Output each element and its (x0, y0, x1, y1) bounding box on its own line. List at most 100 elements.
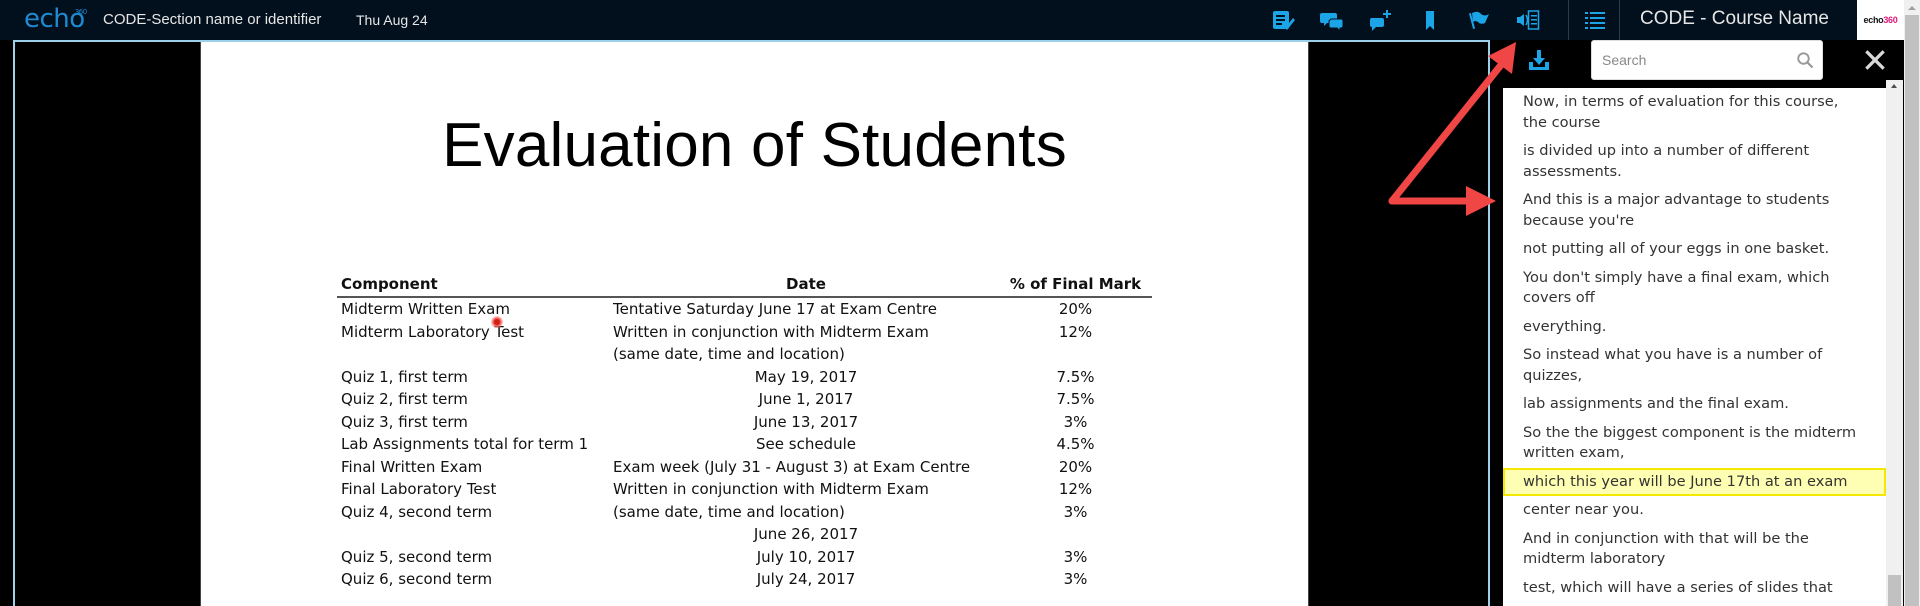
toolbar (1258, 0, 1552, 40)
table-row: Quiz 3, first term June 13, 2017 3% (337, 411, 1152, 434)
flag-button[interactable] (1454, 0, 1503, 40)
transcript-cue[interactable]: So the the biggest component is the midt… (1503, 419, 1886, 468)
cell-mark: 7.5% (1056, 390, 1095, 408)
cell-date: July 24, 2017 (756, 570, 856, 588)
cell-component: Final Written Exam (341, 457, 483, 476)
cell-date: May 19, 2017 (754, 367, 858, 386)
discussion-icon (1319, 13, 1343, 32)
page-scroll-up-arrow-icon[interactable] (1908, 6, 1916, 10)
transcript-cue[interactable]: everything. (1503, 313, 1886, 342)
search-input[interactable] (1602, 41, 1792, 79)
notes-icon (1272, 11, 1295, 30)
echo360-brand[interactable]: echo 360 (1857, 0, 1904, 40)
transcript-icon (1516, 10, 1539, 30)
cell-component: Midterm Written Exam (341, 300, 510, 318)
cell-mark: 3% (1063, 570, 1088, 588)
evaluation-table: Component Date % of Final Mark Midterm W… (337, 272, 1152, 591)
cell-date: June 13, 2017 (753, 412, 859, 431)
download-icon (1529, 50, 1549, 70)
discussions-button[interactable] (1307, 0, 1356, 40)
presentation-slide: Evaluation of Students Component Date % … (200, 42, 1309, 606)
col-component: Component (341, 275, 438, 293)
cell-date: June 1, 2017 (758, 390, 854, 408)
section-name: CODE-Section name or identifier (103, 11, 322, 28)
video-player[interactable]: Evaluation of Students Component Date % … (13, 40, 1490, 606)
transcript-cue[interactable]: test, which will have a series of slides… (1503, 574, 1886, 603)
brand-text: echo (1863, 15, 1884, 25)
table-row: Midterm Laboratory Test Written in conjun… (337, 321, 1152, 344)
bookmark-icon (1425, 11, 1434, 30)
transcript-cue[interactable]: lab assignments and the final exam. (1503, 390, 1886, 419)
laser-pointer-dot (491, 316, 503, 328)
table-row: Lab Assignments total for term 1 See sche… (337, 433, 1152, 456)
cell-date: Tentative Saturday June 17 at Exam Centr… (613, 300, 937, 318)
transcript-cue[interactable]: And this is a major advantage to student… (1503, 186, 1886, 235)
outline-button[interactable] (1570, 0, 1619, 40)
transcript-cue[interactable]: not putting all of your eggs in one bask… (1503, 235, 1886, 264)
table-header: Component Date % of Final Mark (337, 272, 1152, 298)
cell-component: Quiz 6, second term (341, 570, 493, 588)
table-row: (same date, time and location) (337, 343, 1152, 366)
slide-title: Evaluation of Students (442, 111, 1067, 180)
table-row: Quiz 5, second term July 10, 2017 3% (337, 546, 1152, 569)
logo-sup: 360 (74, 8, 87, 16)
transcript-scrollbar[interactable] (1886, 80, 1903, 606)
torn-edge (201, 601, 1308, 606)
transcript-search (1591, 40, 1823, 80)
cell-mark: 3% (1063, 412, 1088, 431)
bookmark-button[interactable] (1405, 0, 1454, 40)
transcript-cue[interactable]: So instead what you have is a number of … (1503, 341, 1886, 390)
transcript-cue[interactable]: And in conjunction with that will be the… (1503, 525, 1886, 574)
cell-component: Midterm Laboratory Test (341, 322, 525, 341)
close-panel-button[interactable] (1862, 47, 1888, 73)
transcript-list: Now, in terms of evaluation for this cou… (1503, 88, 1886, 606)
notes-button[interactable] (1258, 0, 1307, 40)
cell-mark: 3% (1063, 547, 1088, 566)
top-bar: echo 360 CODE-Section name or identifier … (0, 0, 1904, 40)
transcript-cue[interactable]: is divided up into a number of different… (1503, 137, 1886, 186)
class-date: Thu Aug 24 (356, 12, 428, 28)
cell-mark: 7.5% (1056, 367, 1095, 386)
cell-mark: 3% (1063, 502, 1088, 521)
cell-component (337, 343, 613, 366)
col-mark: % of Final Mark (1009, 275, 1142, 293)
search-icon[interactable] (1796, 51, 1814, 69)
transcript-button[interactable] (1503, 0, 1552, 40)
cell-date: Exam week (July 31 - August 3) at Exam C… (613, 457, 971, 476)
cell-component: Quiz 5, second term (341, 547, 493, 566)
cell-date: See schedule (756, 435, 856, 453)
add-question-icon (1369, 10, 1391, 31)
table-row: June 26, 2017 (337, 523, 1152, 546)
brand-sup: 360 (1883, 15, 1898, 25)
table-row: Final Written Exam Exam week (July 31 - A… (337, 456, 1152, 479)
echo360-logo[interactable]: echo 360 (24, 4, 87, 34)
cell-mark (999, 343, 1152, 366)
cell-component: Quiz 1, first term (341, 367, 468, 386)
cell-date: July 10, 2017 (756, 547, 856, 566)
cell-date: Written in conjunction with Midterm Exam (613, 480, 929, 498)
ask-question-button[interactable] (1356, 0, 1405, 40)
page-scrollbar[interactable] (1904, 0, 1920, 606)
cell-component (337, 523, 613, 546)
transcript-cue-active[interactable]: which this year will be June 17th at an … (1503, 467, 1886, 496)
scroll-up-arrow-icon[interactable] (1891, 84, 1897, 88)
list-icon (1584, 12, 1605, 29)
transcript-scroll-thumb[interactable] (1888, 575, 1901, 606)
table-row: Midterm Written Exam Tentative Saturday J… (337, 298, 1152, 321)
cell-component: Quiz 4, second term (341, 502, 493, 521)
cell-component: Quiz 2, first term (341, 390, 468, 408)
cell-mark: 12% (1058, 322, 1093, 341)
cell-mark (999, 523, 1152, 546)
table-body: Midterm Written Exam Tentative Saturday J… (337, 298, 1152, 591)
cell-component: Final Laboratory Test (341, 480, 497, 498)
table-row: Quiz 6, second term July 24, 2017 3% (337, 568, 1152, 591)
transcript-cue[interactable]: center near you. (1503, 496, 1886, 525)
download-button[interactable] (1527, 48, 1551, 72)
page-scroll-thumb[interactable] (1905, 15, 1919, 606)
cell-mark: 20% (1058, 300, 1093, 318)
cell-date: June 26, 2017 (753, 525, 859, 543)
transcript-cue[interactable]: Now, in terms of evaluation for this cou… (1503, 88, 1886, 137)
transcript-cue[interactable]: You don't simply have a final exam, whic… (1503, 264, 1886, 313)
cell-mark: 12% (1058, 480, 1093, 498)
cell-mark: 20% (1058, 457, 1093, 476)
